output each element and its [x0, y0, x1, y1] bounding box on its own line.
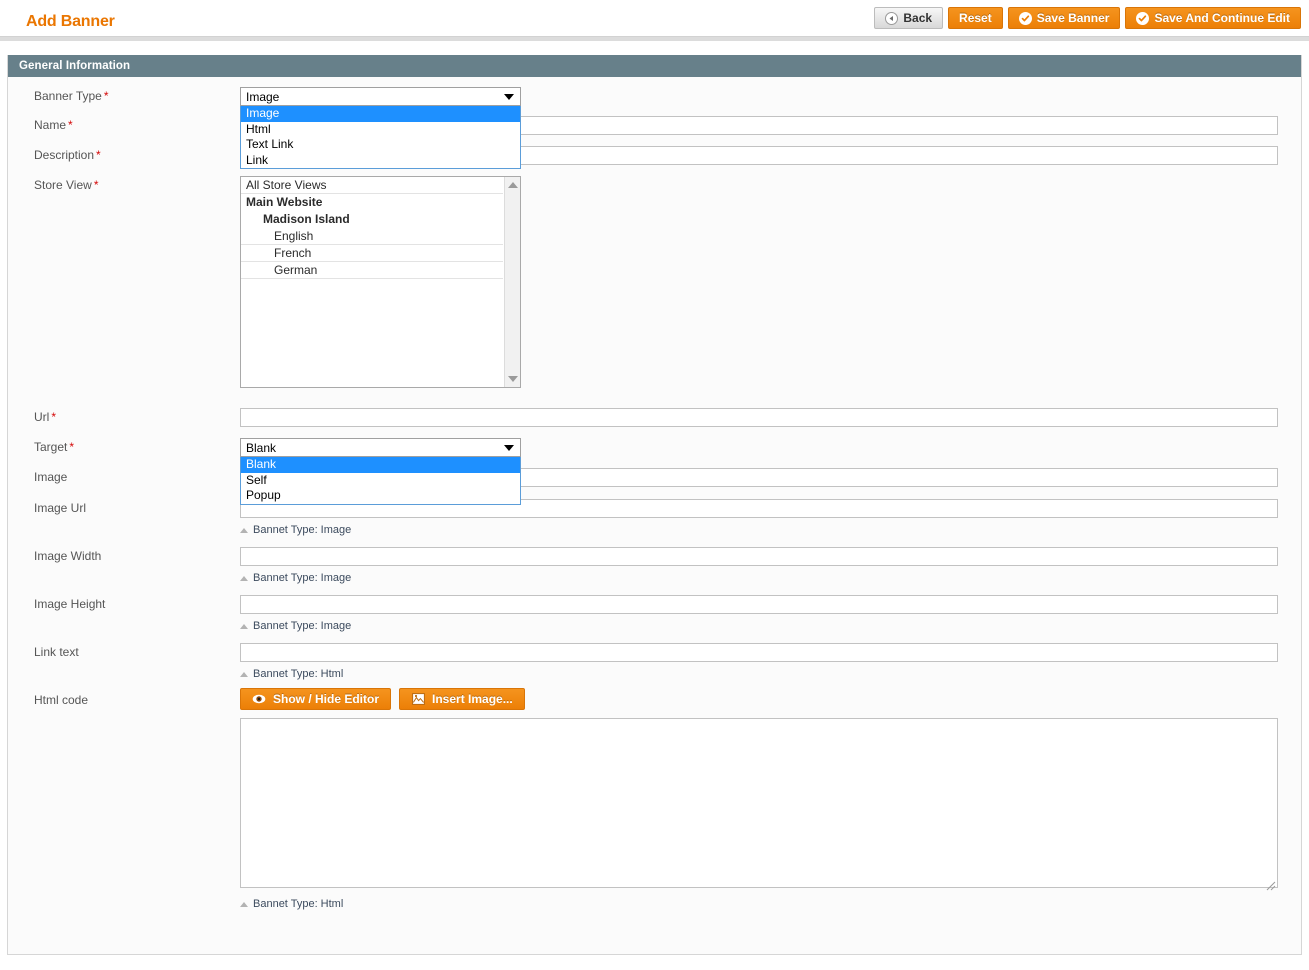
target-selected-value: Blank — [246, 440, 277, 455]
target-select[interactable]: Blank Blank Self Popup — [240, 438, 521, 505]
banner-type-option-list[interactable]: Image Html Text Link Link — [240, 106, 521, 169]
hint-triangle-icon — [240, 671, 248, 677]
check-icon — [1018, 11, 1032, 25]
chevron-down-icon — [504, 444, 514, 451]
reset-button-label: Reset — [959, 11, 992, 25]
html-code-toolbar: Show / Hide Editor Insert Image... — [240, 688, 525, 710]
html-code-hint: Bannet Type: Html — [240, 898, 343, 910]
hint-triangle-icon — [240, 527, 248, 533]
image-height-input[interactable] — [240, 595, 1278, 614]
banner-type-label: Banner Type * — [34, 89, 109, 103]
chevron-down-icon — [504, 93, 514, 100]
image-label: Image — [34, 470, 68, 484]
name-label: Name * — [34, 118, 73, 132]
store-view-options: All Store Views Main Website Madison Isl… — [241, 177, 503, 279]
store-view-label: Store View * — [34, 178, 99, 192]
page-header: Add Banner Back Reset Save Banner Save A… — [0, 0, 1309, 36]
link-text-hint-text: Bannet Type: Html — [253, 668, 344, 680]
description-label: Description * — [34, 148, 101, 162]
save-and-continue-edit-button[interactable]: Save And Continue Edit — [1125, 7, 1301, 29]
banner-type-option-text-link[interactable]: Text Link — [241, 137, 520, 153]
html-code-hint-text: Bannet Type: Html — [253, 898, 344, 910]
store-view-option-main-website: Main Website — [246, 195, 323, 209]
back-arrow-icon — [885, 11, 899, 25]
target-option-popup[interactable]: Popup — [241, 488, 520, 504]
banner-type-select-box[interactable]: Image — [240, 87, 521, 106]
back-button-label: Back — [903, 11, 933, 25]
image-url-label: Image Url — [34, 501, 87, 515]
image-height-label: Image Height — [34, 597, 106, 611]
banner-type-option-html[interactable]: Html — [241, 122, 520, 138]
link-text-label: Link text — [34, 645, 79, 659]
image-height-hint-text: Bannet Type: Image — [253, 620, 352, 632]
reset-button[interactable]: Reset — [948, 7, 1003, 29]
target-option-blank[interactable]: Blank — [241, 457, 520, 473]
image-width-hint: Bannet Type: Image — [240, 572, 351, 584]
target-select-box[interactable]: Blank — [240, 438, 521, 457]
image-icon — [411, 692, 425, 706]
hint-triangle-icon — [240, 901, 248, 907]
target-option-list[interactable]: Blank Self Popup — [240, 457, 521, 505]
target-option-self[interactable]: Self — [241, 473, 520, 489]
url-label: Url * — [34, 410, 56, 424]
show-hide-editor-button[interactable]: Show / Hide Editor — [240, 688, 392, 710]
banner-type-option-image[interactable]: Image — [241, 106, 520, 122]
link-text-hint: Bannet Type: Html — [240, 668, 343, 680]
back-button[interactable]: Back — [874, 7, 944, 29]
row-store-view: Store View * All Store Views Main Website… — [8, 176, 1301, 388]
save-banner-button[interactable]: Save Banner — [1007, 7, 1121, 29]
banner-type-option-link[interactable]: Link — [241, 153, 520, 169]
header-actions: Back Reset Save Banner Save And Continue… — [874, 7, 1301, 29]
insert-image-button[interactable]: Insert Image... — [399, 688, 525, 710]
image-width-hint-text: Bannet Type: Image — [253, 572, 352, 584]
image-url-hint-text: Bannet Type: Image — [253, 524, 352, 536]
eye-icon — [252, 692, 266, 706]
panel-title: General Information — [8, 55, 1301, 77]
image-width-input[interactable] — [240, 547, 1278, 566]
html-code-label: Html code — [34, 693, 89, 707]
panel-body: Banner Type * Image Image Html Text Link … — [8, 77, 1301, 955]
html-code-textarea[interactable] — [240, 718, 1278, 888]
store-view-option-french[interactable]: French — [241, 245, 503, 262]
url-input[interactable] — [240, 408, 1278, 427]
store-view-multiselect[interactable]: All Store Views Main Website Madison Isl… — [240, 176, 521, 388]
save-banner-button-label: Save Banner — [1036, 11, 1110, 25]
target-label: Target * — [34, 440, 75, 454]
store-view-option-german[interactable]: German — [241, 262, 503, 279]
store-view-option-all-store-views[interactable]: All Store Views — [241, 177, 503, 194]
banner-type-selected-value: Image — [246, 89, 280, 104]
hint-triangle-icon — [240, 623, 248, 629]
link-text-input[interactable] — [240, 643, 1278, 662]
scroll-up-icon[interactable] — [507, 182, 518, 188]
page-title: Add Banner — [26, 13, 115, 30]
image-height-hint: Bannet Type: Image — [240, 620, 351, 632]
store-view-scrollbar[interactable] — [504, 177, 520, 387]
save-and-continue-edit-button-label: Save And Continue Edit — [1154, 11, 1290, 25]
image-width-label: Image Width — [34, 549, 102, 563]
check-icon — [1136, 11, 1150, 25]
scroll-down-icon[interactable] — [507, 376, 518, 382]
hint-triangle-icon — [240, 575, 248, 581]
banner-type-select[interactable]: Image Image Html Text Link Link — [240, 87, 521, 169]
header-spacer — [0, 41, 1309, 55]
insert-image-label: Insert Image... — [432, 692, 513, 706]
store-view-option-madison-island: Madison Island — [263, 212, 350, 226]
show-hide-editor-label: Show / Hide Editor — [273, 692, 380, 706]
store-view-option-english[interactable]: English — [241, 228, 503, 245]
general-information-panel: General Information Banner Type * Image I… — [7, 55, 1302, 955]
image-url-hint: Bannet Type: Image — [240, 524, 351, 536]
